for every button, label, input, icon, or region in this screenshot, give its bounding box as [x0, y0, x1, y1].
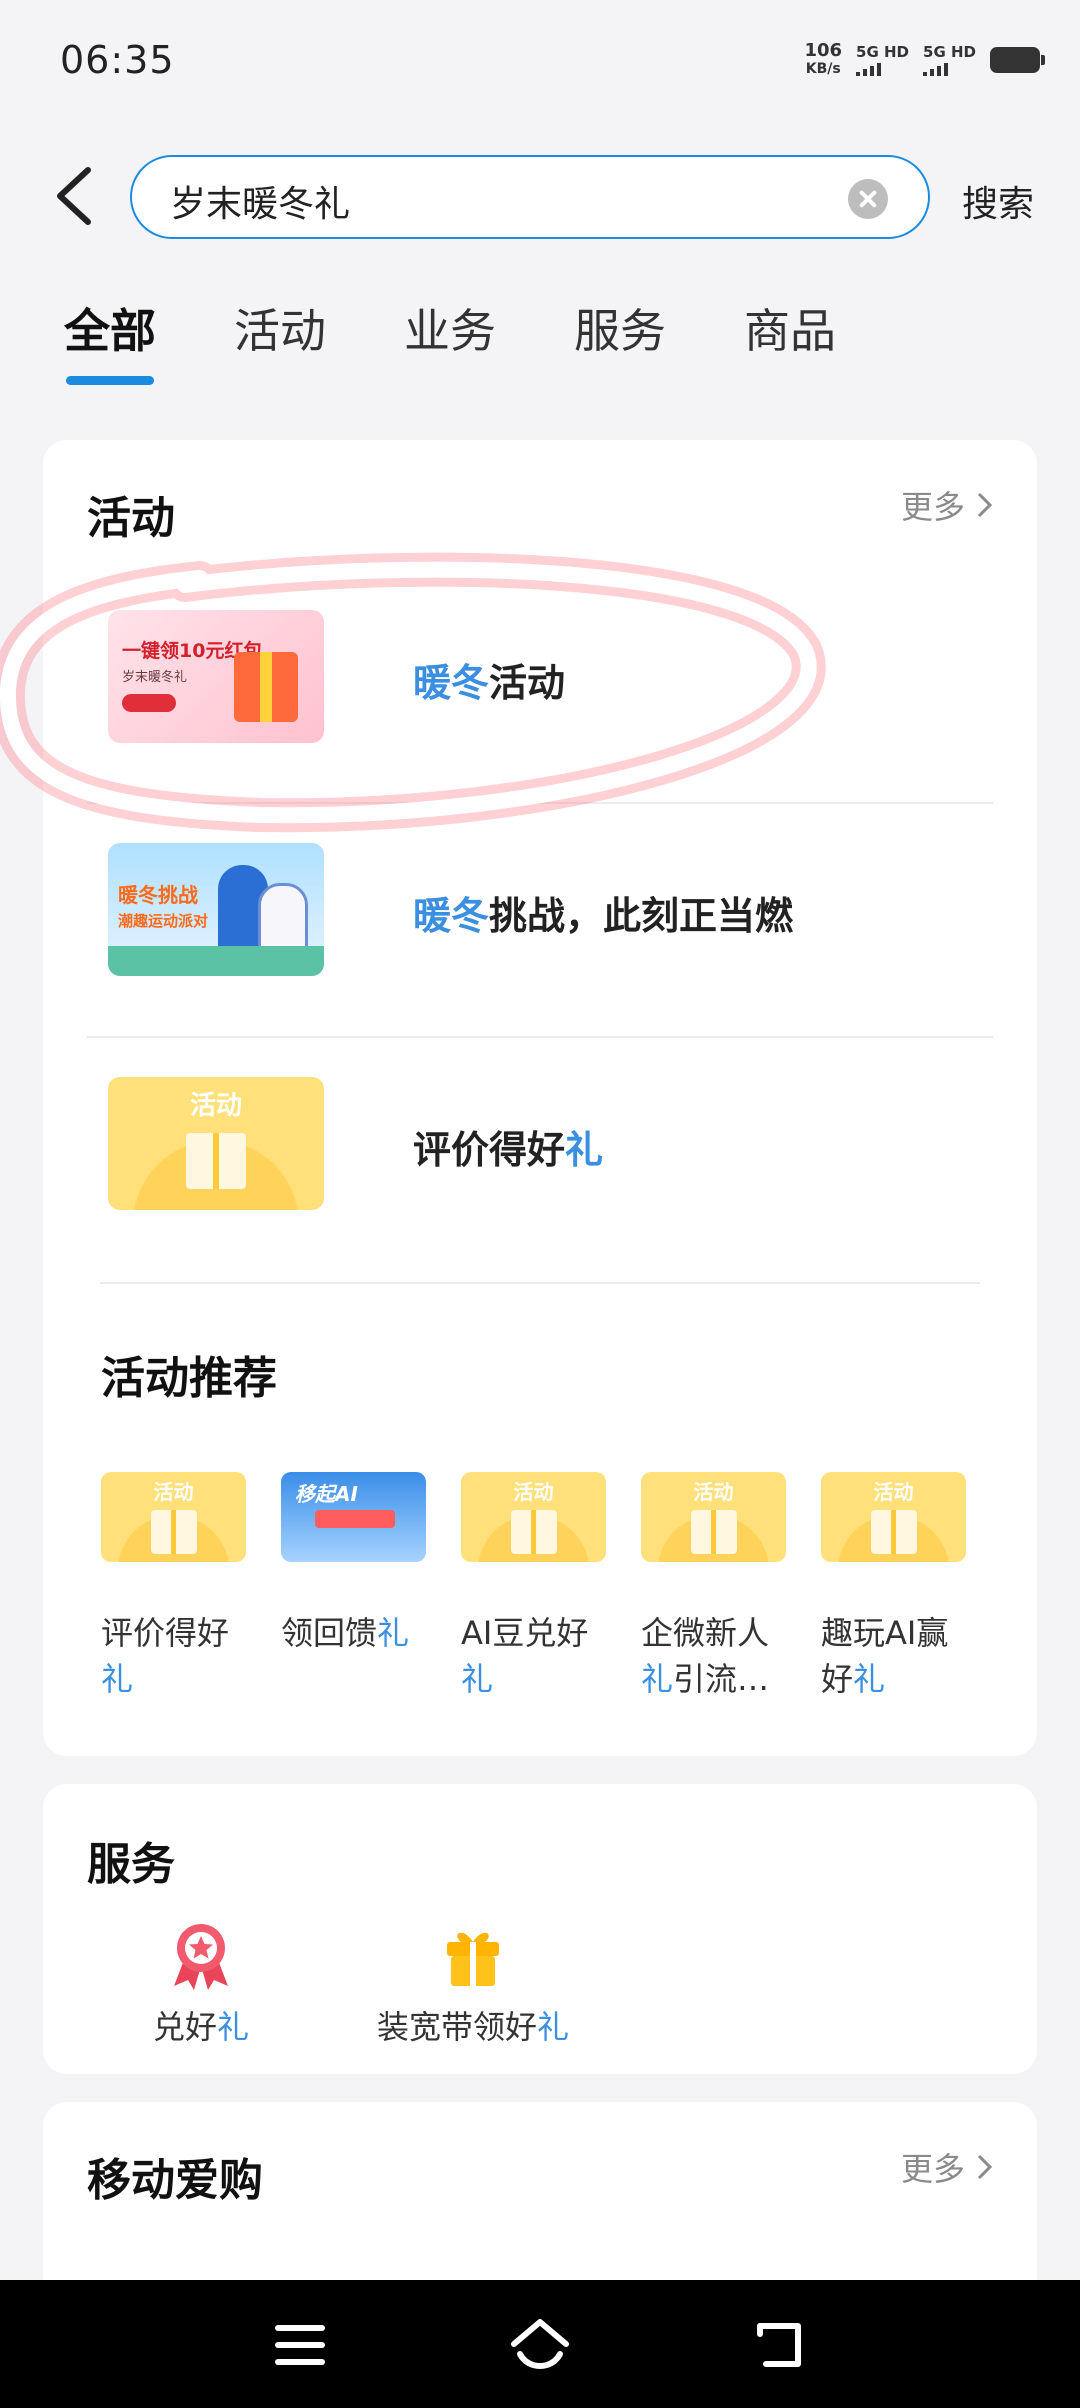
recommend-thumbnail: 活动 [461, 1472, 606, 1562]
gift-icon [690, 1510, 737, 1554]
medal-icon [174, 1924, 228, 1990]
menu-icon [275, 2325, 325, 2365]
gift-icon [510, 1510, 557, 1554]
shop-card: 移动爱购 更多 [43, 2102, 1037, 2280]
service-section-title: 服务 [87, 1839, 175, 1890]
service-card: 服务 兑好礼 装宽带领好礼 [43, 1784, 1037, 2074]
recommend-thumbnail: 活动 [101, 1472, 246, 1562]
gift-icon [150, 1510, 197, 1554]
system-navigation-bar [0, 2280, 1080, 2408]
gift-icon [870, 1510, 917, 1554]
recommend-thumbnail: 活动 [821, 1472, 966, 1562]
home-icon [511, 2319, 569, 2369]
recommend-thumbnail: 活动 [641, 1472, 786, 1562]
home-button[interactable] [500, 2310, 580, 2380]
chevron-right-icon [977, 2154, 993, 2180]
recommend-item-4[interactable]: 活动 企微新人 礼引流… [641, 1472, 791, 1702]
shop-section-title: 移动爱购 [87, 2155, 263, 2206]
back-nav-button[interactable] [740, 2310, 820, 2380]
recommend-item-5[interactable]: 活动 趣玩AI赢 好礼 [821, 1472, 971, 1702]
menu-button[interactable] [260, 2310, 340, 2380]
recommend-item-2[interactable]: 移起AI 领回馈礼 [281, 1472, 431, 1656]
recommend-thumbnail: 移起AI [281, 1472, 426, 1562]
recommend-item-1[interactable]: 活动 评价得好礼 [101, 1472, 251, 1702]
gift-icon [447, 1932, 499, 1986]
service-item-broadband-gift[interactable]: 装宽带领好礼 [323, 1920, 623, 2048]
recommend-item-3[interactable]: 活动 AI豆兑好礼 [461, 1472, 611, 1702]
service-item-redeem-gift[interactable]: 兑好礼 [141, 1920, 261, 2048]
back-arrow-icon [757, 2323, 801, 2367]
shop-more-link[interactable]: 更多 [901, 2144, 993, 2190]
